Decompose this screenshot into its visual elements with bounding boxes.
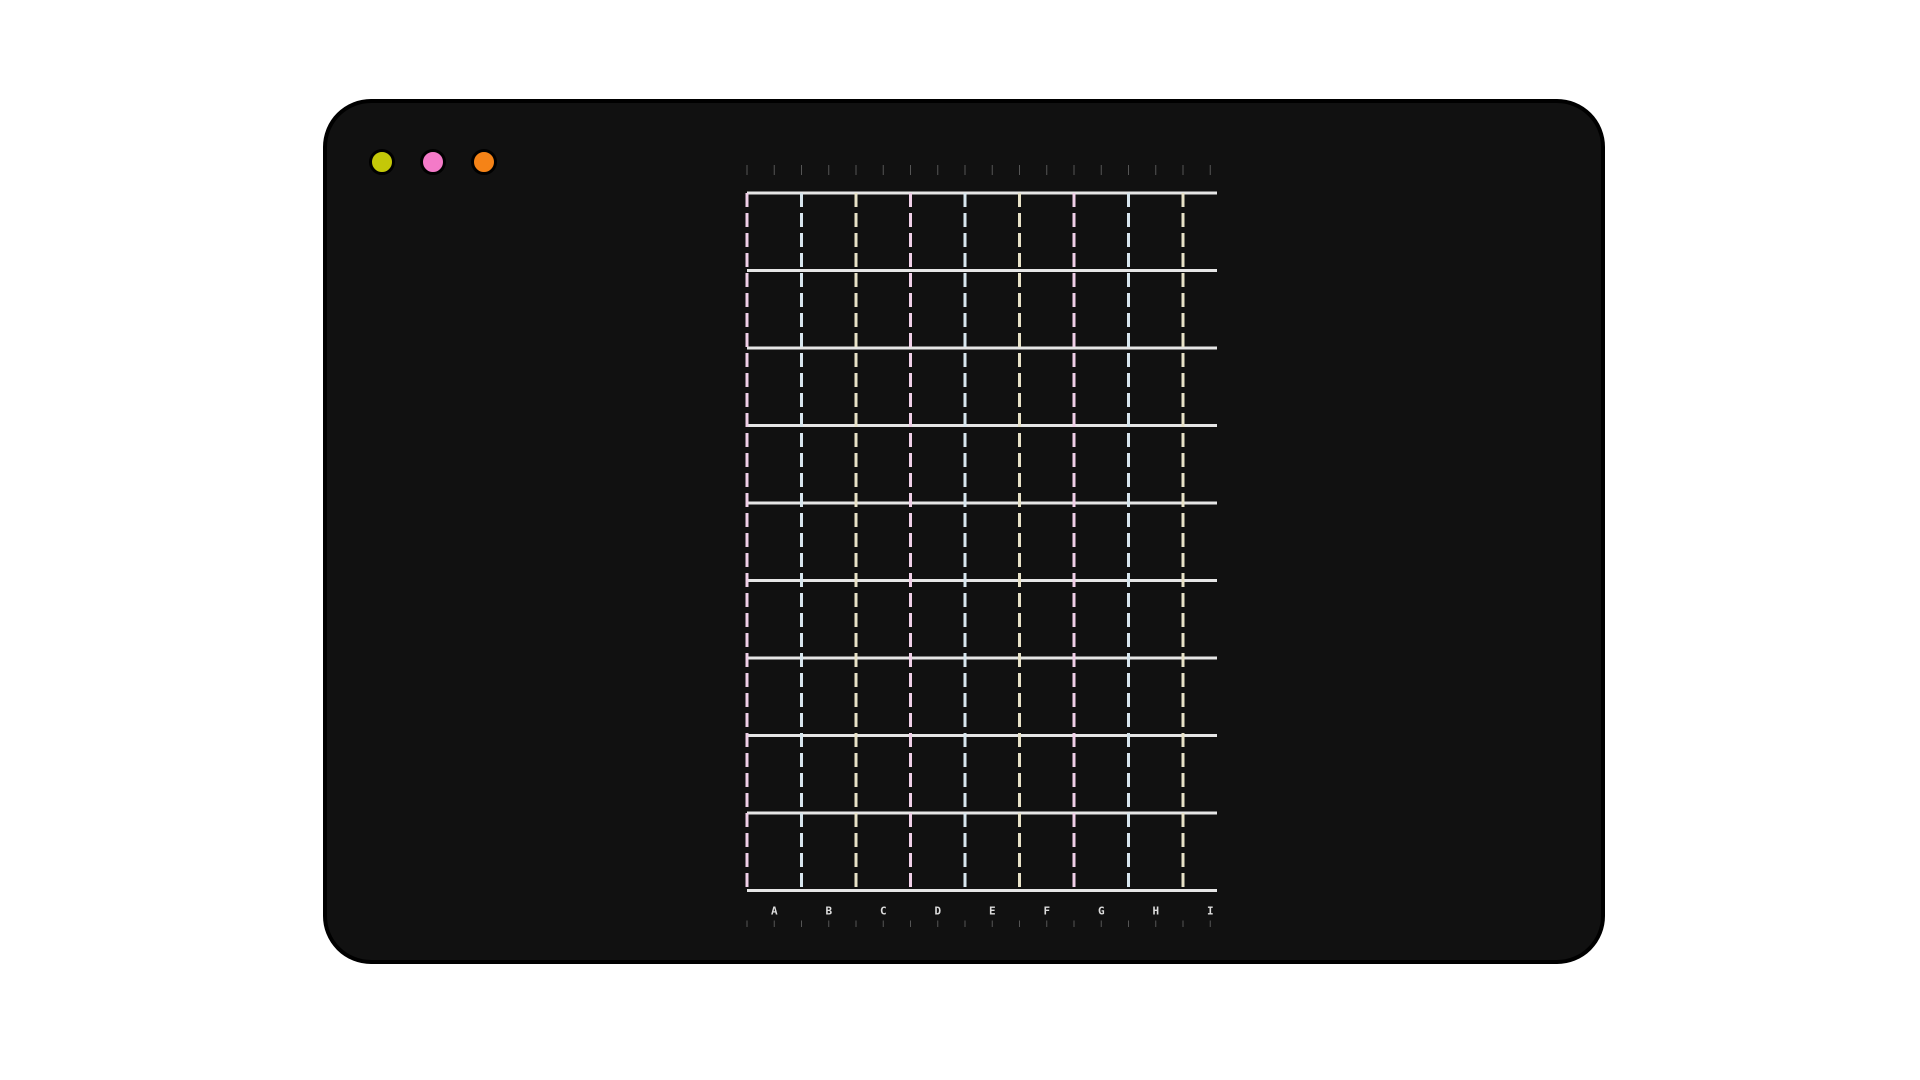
- board-cell-G5[interactable]: [1074, 503, 1129, 581]
- column-label: F: [1043, 905, 1050, 918]
- column-label: H: [1152, 905, 1159, 918]
- board-cell-A2[interactable]: [747, 271, 802, 349]
- board-cell-C5[interactable]: [856, 503, 911, 581]
- board-cell-E6[interactable]: [965, 581, 1020, 659]
- board-cell-D2[interactable]: [911, 271, 966, 349]
- board-cell-E7[interactable]: [965, 658, 1020, 736]
- column-label: B: [825, 905, 832, 918]
- board-cell-F1[interactable]: [1020, 193, 1075, 271]
- board-cell-I9[interactable]: [1183, 813, 1217, 891]
- board-cell-C6[interactable]: [856, 581, 911, 659]
- board-cell-C7[interactable]: [856, 658, 911, 736]
- window-control-pink[interactable]: [420, 149, 446, 175]
- board-cell-E4[interactable]: [965, 426, 1020, 504]
- board-cell-D9[interactable]: [911, 813, 966, 891]
- board-cell-H3[interactable]: [1129, 348, 1184, 426]
- board-cell-C1[interactable]: [856, 193, 911, 271]
- board-cell-I5[interactable]: [1183, 503, 1217, 581]
- board-cell-I1[interactable]: [1183, 193, 1217, 271]
- board-cell-H6[interactable]: [1129, 581, 1184, 659]
- board-cell-E3[interactable]: [965, 348, 1020, 426]
- board-cell-F5[interactable]: [1020, 503, 1075, 581]
- board-cell-A5[interactable]: [747, 503, 802, 581]
- board-cell-B9[interactable]: [802, 813, 857, 891]
- board-cell-E8[interactable]: [965, 736, 1020, 814]
- board-cell-E9[interactable]: [965, 813, 1020, 891]
- board-cell-F8[interactable]: [1020, 736, 1075, 814]
- board-cell-A3[interactable]: [747, 348, 802, 426]
- game-board-area: 123456789ABCDEFGHI: [719, 163, 1268, 931]
- board-cell-H2[interactable]: [1129, 271, 1184, 349]
- board-cell-C2[interactable]: [856, 271, 911, 349]
- board-cell-F7[interactable]: [1020, 658, 1075, 736]
- board-cell-E2[interactable]: [965, 271, 1020, 349]
- board-cell-G4[interactable]: [1074, 426, 1129, 504]
- window-control-orange[interactable]: [471, 149, 497, 175]
- board-cell-I7[interactable]: [1183, 658, 1217, 736]
- board-cell-F3[interactable]: [1020, 348, 1075, 426]
- column-label: A: [771, 905, 778, 918]
- board-cell-G1[interactable]: [1074, 193, 1129, 271]
- board-cell-H1[interactable]: [1129, 193, 1184, 271]
- board-cell-I4[interactable]: [1183, 426, 1217, 504]
- board-cell-E5[interactable]: [965, 503, 1020, 581]
- board-cell-C4[interactable]: [856, 426, 911, 504]
- board-cell-C3[interactable]: [856, 348, 911, 426]
- board-cell-D5[interactable]: [911, 503, 966, 581]
- board-cell-G7[interactable]: [1074, 658, 1129, 736]
- board-cell-H4[interactable]: [1129, 426, 1184, 504]
- board-cell-C8[interactable]: [856, 736, 911, 814]
- board-cell-I6[interactable]: [1183, 581, 1217, 659]
- board-cell-H8[interactable]: [1129, 736, 1184, 814]
- board-cell-F2[interactable]: [1020, 271, 1075, 349]
- board-cell-A8[interactable]: [747, 736, 802, 814]
- board-cell-E1[interactable]: [965, 193, 1020, 271]
- column-label: D: [934, 905, 941, 918]
- board-cell-I2[interactable]: [1183, 271, 1217, 349]
- board-cell-A4[interactable]: [747, 426, 802, 504]
- board-cell-G3[interactable]: [1074, 348, 1129, 426]
- board-cell-B4[interactable]: [802, 426, 857, 504]
- board-cell-D3[interactable]: [911, 348, 966, 426]
- board-cell-F9[interactable]: [1020, 813, 1075, 891]
- board-cell-F4[interactable]: [1020, 426, 1075, 504]
- window-control-yellow[interactable]: [369, 149, 395, 175]
- board-cell-F6[interactable]: [1020, 581, 1075, 659]
- board-cell-B6[interactable]: [802, 581, 857, 659]
- board-cell-G2[interactable]: [1074, 271, 1129, 349]
- game-board[interactable]: 123456789ABCDEFGHI: [719, 163, 1268, 931]
- column-label: E: [989, 905, 996, 918]
- board-cell-A7[interactable]: [747, 658, 802, 736]
- board-cell-B5[interactable]: [802, 503, 857, 581]
- column-label: C: [880, 905, 887, 918]
- board-cell-D7[interactable]: [911, 658, 966, 736]
- board-cell-H7[interactable]: [1129, 658, 1184, 736]
- board-cell-H9[interactable]: [1129, 813, 1184, 891]
- board-cell-H5[interactable]: [1129, 503, 1184, 581]
- board-cell-C9[interactable]: [856, 813, 911, 891]
- board-cell-B2[interactable]: [802, 271, 857, 349]
- board-cell-B8[interactable]: [802, 736, 857, 814]
- board-cell-A1[interactable]: [747, 193, 802, 271]
- board-cell-B7[interactable]: [802, 658, 857, 736]
- board-cell-D4[interactable]: [911, 426, 966, 504]
- board-cell-D8[interactable]: [911, 736, 966, 814]
- board-cell-A9[interactable]: [747, 813, 802, 891]
- board-cell-G6[interactable]: [1074, 581, 1129, 659]
- app-window: 123456789ABCDEFGHI: [323, 99, 1605, 964]
- board-cell-D1[interactable]: [911, 193, 966, 271]
- board-cell-G8[interactable]: [1074, 736, 1129, 814]
- board-cell-A6[interactable]: [747, 581, 802, 659]
- board-cell-I3[interactable]: [1183, 348, 1217, 426]
- column-label: G: [1098, 905, 1105, 918]
- board-cell-D6[interactable]: [911, 581, 966, 659]
- column-label: I: [1207, 905, 1214, 918]
- board-cell-G9[interactable]: [1074, 813, 1129, 891]
- board-cell-B3[interactable]: [802, 348, 857, 426]
- board-cell-B1[interactable]: [802, 193, 857, 271]
- board-cell-I8[interactable]: [1183, 736, 1217, 814]
